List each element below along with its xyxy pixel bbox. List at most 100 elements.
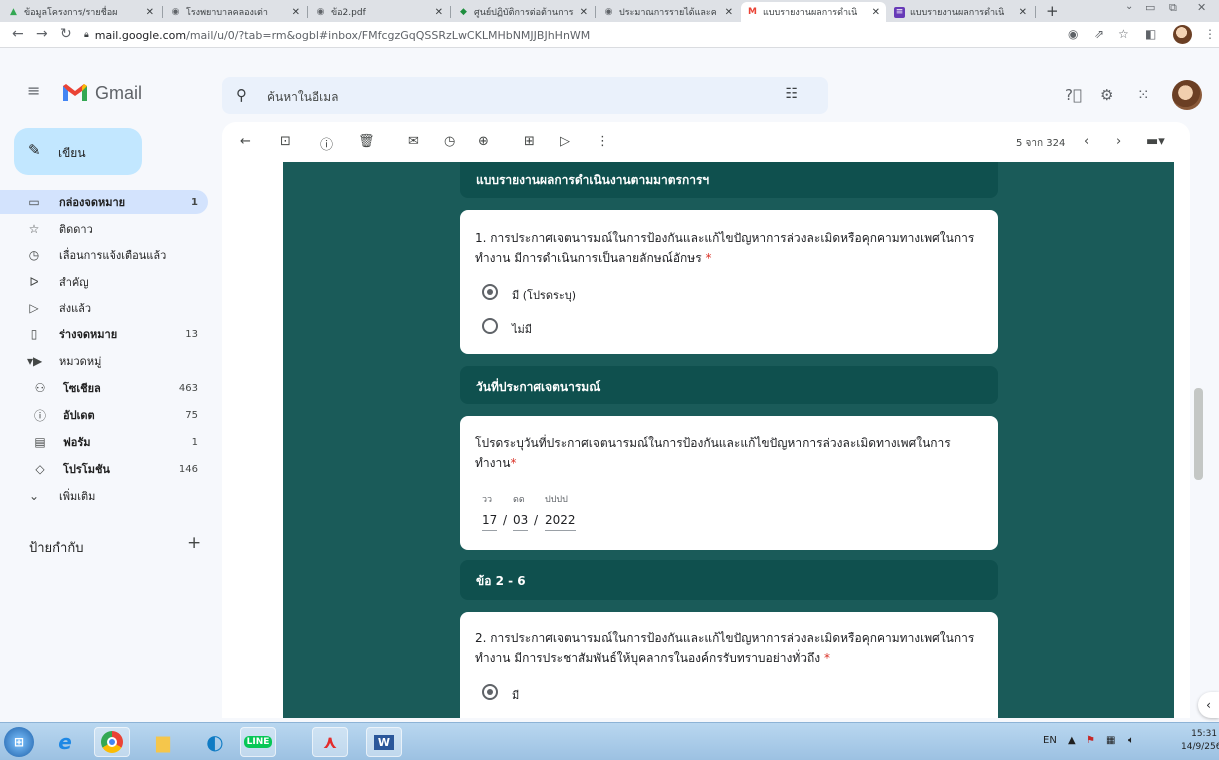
tab-drive[interactable]: ▲ ข้อมูลโครงการ/รายชื่อผ ✕: [2, 2, 160, 22]
input-tools-icon[interactable]: ▬▾: [1146, 134, 1165, 149]
pagination-text: 5 จาก 324: [1016, 138, 1066, 149]
move-to-icon[interactable]: ⊞: [524, 134, 535, 149]
sidebar-item[interactable]: ⌄ เพิ่มเติม: [0, 484, 208, 508]
search-options-icon[interactable]: ☷: [785, 86, 798, 102]
sidebar-item[interactable]: ▷ ส่งแล้ว: [0, 296, 208, 320]
scrollbar-thumb[interactable]: [1194, 388, 1203, 480]
close-window-button[interactable]: ✕: [1197, 1, 1206, 14]
reload-icon[interactable]: ↻: [60, 26, 72, 42]
back-arrow-icon[interactable]: ←: [12, 26, 24, 42]
browser-profile-avatar[interactable]: [1173, 25, 1192, 44]
action-center-icon[interactable]: ⚑: [1086, 735, 1095, 746]
sidebar-item[interactable]: ⚇ โซเชียล 463: [0, 376, 208, 400]
date-month-field[interactable]: 03: [513, 513, 529, 531]
sidebar-item-label: ร่างจดหมาย: [59, 328, 118, 341]
new-tab-button[interactable]: +: [1046, 2, 1059, 20]
forms-icon: ≡: [894, 6, 905, 18]
add-task-icon[interactable]: ⊕: [478, 134, 489, 149]
delete-icon[interactable]: 🗑︎: [358, 134, 375, 149]
file-explorer-icon[interactable]: ▆: [148, 727, 178, 757]
edge-icon[interactable]: ◐: [200, 727, 230, 757]
date-year-field[interactable]: 2022: [545, 513, 576, 531]
language-indicator[interactable]: EN: [1043, 735, 1057, 746]
tab-search-icon[interactable]: ⌄: [1125, 1, 1133, 12]
category-icon: ▾▶: [27, 354, 43, 368]
close-icon[interactable]: ✕: [580, 7, 588, 18]
close-icon[interactable]: ✕: [146, 7, 154, 18]
browser-menu-icon[interactable]: ⋮: [1204, 27, 1216, 41]
close-icon[interactable]: ✕: [725, 7, 733, 18]
radio-option-yes[interactable]: [482, 284, 498, 300]
show-side-panel-button[interactable]: ‹: [1198, 692, 1219, 718]
close-icon[interactable]: ✕: [292, 7, 300, 18]
close-icon[interactable]: ✕: [435, 7, 443, 18]
close-icon[interactable]: ✕: [1019, 7, 1027, 18]
bookmark-star-icon[interactable]: ☆: [1118, 27, 1129, 41]
radio-option-yes[interactable]: [482, 684, 498, 700]
report-spam-icon[interactable]: ⓘ: [320, 134, 333, 153]
more-options-icon[interactable]: ⋮: [596, 134, 609, 149]
tab-budget[interactable]: ◉ ประมาณการรายได้และค ✕: [597, 2, 739, 22]
sidebar-item[interactable]: ▤ ฟอรัม 1: [0, 430, 208, 454]
help-icon[interactable]: ?⃝: [1065, 86, 1082, 104]
sidebar-item[interactable]: ᐅ สำคัญ: [0, 270, 208, 294]
ie-icon[interactable]: e: [50, 727, 80, 757]
tray-expand-icon[interactable]: ▲: [1068, 735, 1076, 746]
tab-pdf[interactable]: ◉ ข้อ2.pdf ✕: [309, 2, 449, 22]
search-bar[interactable]: ⚲ ค้นหาในอีเมล ☷: [222, 77, 828, 114]
radio-option-no[interactable]: [482, 318, 498, 334]
older-chevron-icon[interactable]: ›: [1116, 134, 1121, 149]
label-icon[interactable]: ▷: [560, 134, 570, 149]
search-icon[interactable]: ⚲: [236, 86, 247, 104]
add-label-icon[interactable]: +: [187, 533, 201, 553]
chevron-down-icon: ⌄: [28, 489, 40, 503]
chrome-icon[interactable]: [94, 727, 130, 757]
compose-button[interactable]: ✎ เขียน: [14, 128, 142, 175]
network-icon[interactable]: ▦: [1106, 735, 1115, 746]
eye-icon[interactable]: ◉: [1068, 27, 1078, 41]
line-icon[interactable]: LINE: [240, 727, 276, 757]
tab-center[interactable]: ◆ ศูนย์ปฏิบัติการต่อต้านการ ✕: [452, 2, 594, 22]
newer-chevron-icon[interactable]: ‹: [1084, 134, 1089, 149]
send-icon: ▷: [29, 301, 39, 315]
sidebar-item[interactable]: ◇ โปรโมชัน 146: [0, 457, 208, 481]
sidebar-item[interactable]: ▭ กล่องจดหมาย 1: [0, 190, 208, 214]
sidebar-item[interactable]: ☆ ติดดาว: [0, 217, 208, 241]
section-header: แบบรายงานผลการดำเนินงานตามมาตรการฯ: [460, 162, 998, 198]
archive-icon[interactable]: ⊡: [280, 134, 291, 149]
sidebar-item[interactable]: ◷ เลื่อนการแจ้งเตือนแล้ว: [0, 243, 208, 267]
sidebar-item[interactable]: ▯ ร่างจดหมาย 13: [0, 322, 208, 346]
tab-gmail-active[interactable]: M แบบรายงานผลการดำเนิ ✕: [741, 2, 886, 22]
share-icon[interactable]: ⇗: [1094, 27, 1104, 41]
search-input[interactable]: ค้นหาในอีเมล: [267, 88, 339, 107]
minimize-button[interactable]: ▭: [1145, 1, 1155, 14]
apps-grid-icon[interactable]: ⁙: [1137, 86, 1150, 104]
mark-unread-icon[interactable]: ✉: [408, 134, 419, 149]
maximize-button[interactable]: ⧉: [1169, 1, 1177, 15]
main-menu-icon[interactable]: ≡: [27, 81, 40, 100]
tab-hospital[interactable]: ◉ โรงพยาบาลคลองเต่า ✕: [164, 2, 306, 22]
back-to-inbox-icon[interactable]: ←: [240, 134, 251, 149]
side-panel-icon[interactable]: ◧: [1145, 27, 1156, 41]
close-icon[interactable]: ✕: [872, 7, 880, 18]
gmail-logo-icon[interactable]: [62, 82, 88, 102]
volume-icon[interactable]: 🔈︎: [1128, 735, 1134, 746]
question-card-2: 2. การประกาศเจตนารมณ์ในการป้องกันและแก้ไ…: [460, 612, 998, 718]
url-bar[interactable]: 🔒︎ mail.google.com/mail/u/0/?tab=rm&ogbl…: [84, 25, 1104, 45]
sidebar-item[interactable]: ▾▶ หมวดหมู่: [0, 349, 208, 373]
snooze-icon[interactable]: ◷: [444, 134, 455, 149]
word-icon[interactable]: W: [366, 727, 402, 757]
unread-count: 13: [185, 328, 198, 340]
sidebar-item-label: หมวดหมู่: [59, 355, 102, 368]
clock[interactable]: 15:31 14/9/2565: [1181, 728, 1219, 754]
forward-arrow-icon[interactable]: →: [36, 26, 48, 42]
people-icon: ⚇: [34, 381, 46, 395]
sidebar-item[interactable]: ⓘ อัปเดต 75: [0, 403, 208, 427]
acrobat-icon[interactable]: ⋏: [312, 727, 348, 757]
sidebar-item-label: ฟอรัม: [63, 436, 91, 449]
account-avatar[interactable]: [1172, 80, 1202, 110]
tab-forms[interactable]: ≡ แบบรายงานผลการดำเนิ ✕: [888, 2, 1033, 22]
start-button[interactable]: ⊞: [4, 727, 34, 757]
date-day-field[interactable]: 17: [482, 513, 498, 531]
settings-gear-icon[interactable]: ⚙: [1100, 86, 1113, 104]
